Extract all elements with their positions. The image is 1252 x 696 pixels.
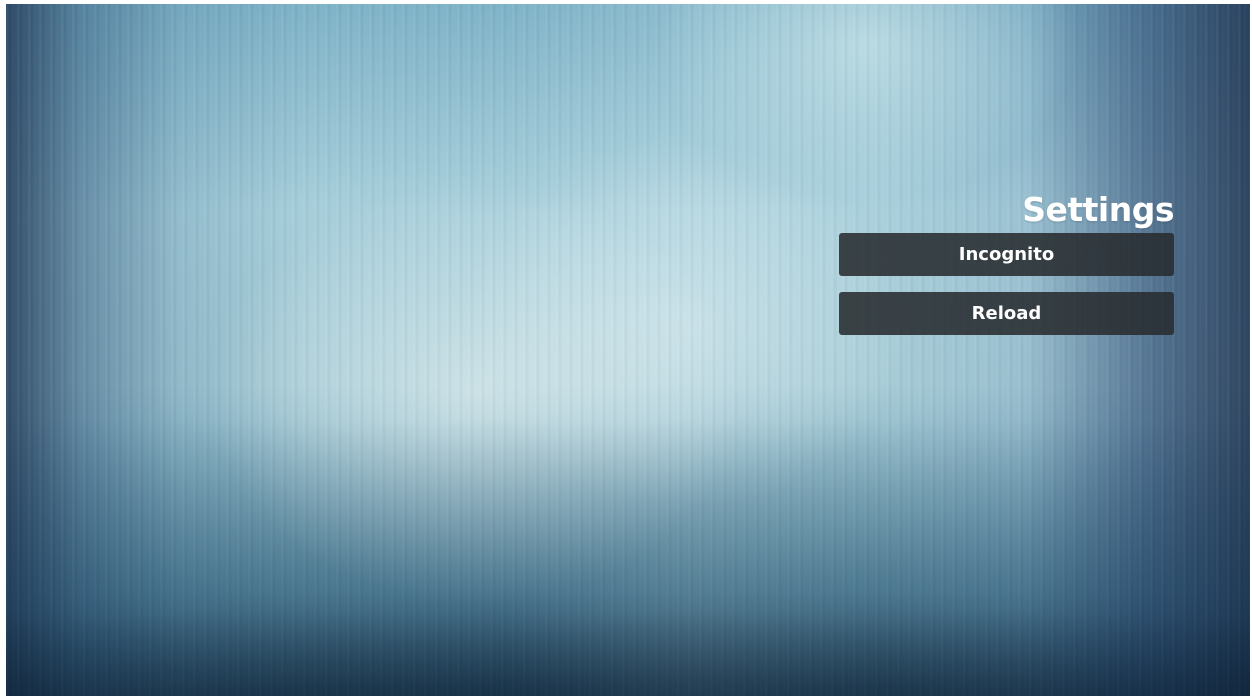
settings-menu: Settings Incognito Reload [839, 190, 1175, 335]
background-vignette [6, 4, 1250, 696]
settings-title: Settings [1022, 190, 1174, 229]
tv-screen: Settings Incognito Reload [6, 4, 1250, 696]
reload-button[interactable]: Reload [839, 292, 1174, 335]
incognito-button[interactable]: Incognito [839, 233, 1174, 276]
